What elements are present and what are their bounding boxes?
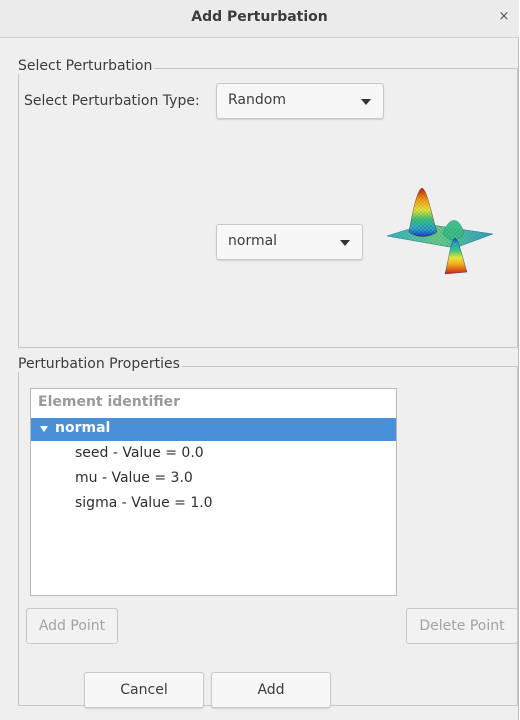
tree-item-seed[interactable]: seed - Value = 0.0 — [75, 445, 204, 461]
tree-item-label: normal — [55, 420, 111, 436]
perturbation-properties-group-title: Perturbation Properties — [18, 356, 182, 372]
add-perturbation-dialog: Add Perturbation × Select Perturbation S… — [0, 0, 519, 720]
add-point-button[interactable]: Add Point — [26, 608, 118, 644]
select-perturbation-group-title: Select Perturbation — [18, 58, 155, 74]
gaussian-surface-plot-icon — [386, 187, 494, 275]
add-button[interactable]: Add — [211, 672, 331, 708]
expand-arrow-icon[interactable] — [40, 426, 48, 432]
distribution-dropdown[interactable]: normal — [216, 224, 363, 260]
perturbation-type-dropdown[interactable]: Random — [216, 83, 384, 119]
close-icon[interactable]: × — [495, 8, 513, 26]
tree-item-normal[interactable]: normal — [31, 418, 396, 441]
dialog-title: Add Perturbation — [191, 9, 328, 25]
tree-item-sigma[interactable]: sigma - Value = 1.0 — [75, 495, 213, 511]
tree-column-header: Element identifier — [38, 394, 181, 410]
perturbation-type-label: Select Perturbation Type: — [24, 93, 200, 109]
chevron-down-icon — [361, 99, 371, 105]
perturbation-type-value: Random — [228, 92, 286, 108]
properties-tree[interactable]: Element identifier normal seed - Value =… — [30, 388, 397, 596]
chevron-down-icon — [340, 240, 350, 246]
title-bar[interactable]: Add Perturbation × — [0, 0, 519, 38]
tree-item-mu[interactable]: mu - Value = 3.0 — [75, 470, 193, 486]
cancel-button[interactable]: Cancel — [84, 672, 204, 708]
distribution-value: normal — [228, 233, 278, 249]
delete-point-button[interactable]: Delete Point — [406, 608, 518, 644]
